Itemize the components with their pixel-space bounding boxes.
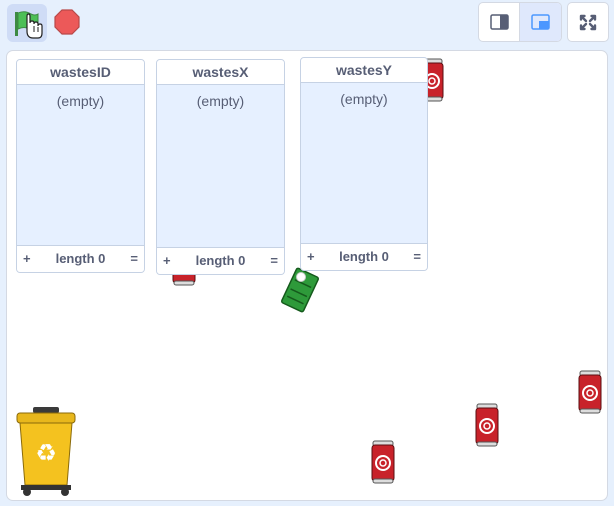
- stage-layout-group: [478, 2, 562, 42]
- list-title: wastesX: [157, 60, 284, 85]
- soda-can-sprite[interactable]: [370, 439, 396, 487]
- stop-button[interactable]: [52, 7, 82, 37]
- small-stage-button[interactable]: [479, 3, 520, 41]
- normal-stage-icon: [531, 14, 550, 30]
- list-monitor-wastesX[interactable]: wastesX (empty) + length 0 =: [156, 59, 285, 275]
- list-empty-label: (empty): [196, 93, 245, 109]
- list-title: wastesY: [301, 58, 427, 83]
- resize-handle[interactable]: =: [270, 248, 278, 274]
- list-monitor-wastesID[interactable]: wastesID (empty) + length 0 =: [16, 59, 145, 273]
- list-length: length 0: [55, 251, 106, 266]
- stage[interactable]: ♻ wastesID (empty) + length 0 = wastesX …: [6, 50, 608, 501]
- list-monitor-wastesY[interactable]: wastesY (empty) + length 0 =: [300, 57, 428, 271]
- soda-can-sprite[interactable]: [577, 369, 603, 417]
- resize-handle[interactable]: =: [130, 246, 138, 272]
- list-empty-label: (empty): [340, 91, 388, 107]
- soda-can-sprite[interactable]: [474, 402, 500, 450]
- list-length: length 0: [195, 253, 246, 268]
- stop-icon: [54, 9, 80, 35]
- list-title: wastesID: [17, 60, 144, 85]
- recycle-bin-sprite[interactable]: ♻: [15, 405, 77, 497]
- list-footer: + length 0 =: [301, 243, 427, 270]
- resize-handle[interactable]: =: [413, 244, 421, 270]
- fullscreen-icon: [579, 14, 597, 31]
- recycle-icon: ♻: [35, 439, 57, 467]
- green-flag-button[interactable]: [7, 4, 47, 42]
- list-footer: + length 0 =: [157, 247, 284, 274]
- list-footer: + length 0 =: [17, 245, 144, 272]
- small-stage-icon: [490, 14, 509, 30]
- list-length: length 0: [339, 249, 389, 264]
- green-flag-icon: [15, 11, 43, 39]
- list-empty-label: (empty): [56, 93, 105, 109]
- normal-stage-button[interactable]: [520, 3, 561, 41]
- fullscreen-button[interactable]: [567, 2, 609, 42]
